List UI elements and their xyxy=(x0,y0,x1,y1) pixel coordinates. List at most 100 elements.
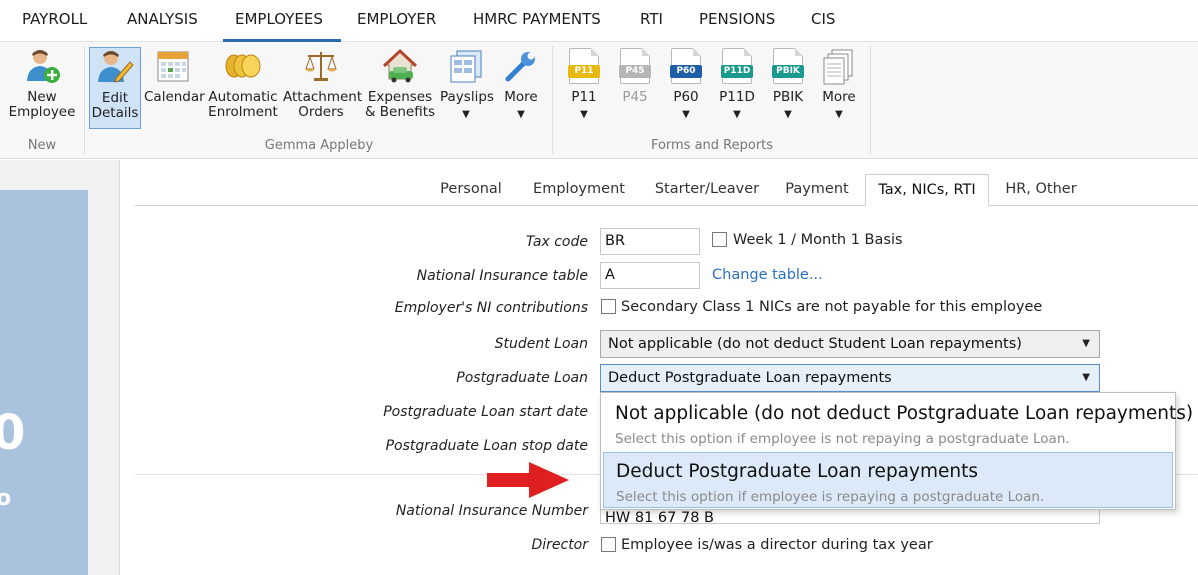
pbik-document-icon: PBIK xyxy=(772,48,804,84)
new-employee-label: New Employee xyxy=(8,89,76,120)
tab-employment[interactable]: Employment xyxy=(527,174,631,206)
postgraduate-loan-options: Not applicable (do not deduct Postgradua… xyxy=(600,392,1193,510)
red-arrow-annotation xyxy=(487,462,569,498)
more-forms-dropdown-arrow: ▼ xyxy=(835,109,843,120)
ni-table-label: National Insurance table xyxy=(416,268,588,284)
employee-card[interactable]: 0 o xyxy=(0,190,88,575)
p11d-label: P11D xyxy=(719,89,755,105)
ribbon-separator xyxy=(870,46,871,154)
p11d-button[interactable]: P11D P11D ▼ xyxy=(714,47,760,129)
menu-analysis[interactable]: ANALYSIS xyxy=(127,0,198,42)
edit-details-button[interactable]: Edit Details xyxy=(89,47,141,129)
ni-number-value: HW 81 67 78 B xyxy=(605,510,714,524)
expenses-benefits-label: Expenses & Benefits xyxy=(364,89,436,120)
calendar-label: Calendar xyxy=(144,89,205,105)
employee-card-subtext: o xyxy=(0,486,12,511)
p11-document-icon: P11 xyxy=(568,48,600,84)
calendar-icon xyxy=(157,51,189,82)
wrench-icon xyxy=(505,52,535,82)
menu-cis[interactable]: CIS xyxy=(811,0,835,42)
tab-hr-other[interactable]: HR, Other xyxy=(999,174,1083,206)
pbik-badge: PBIK xyxy=(772,65,804,78)
student-loan-select[interactable]: Not applicable (do not deduct Student Lo… xyxy=(600,330,1100,358)
menu-pensions[interactable]: PENSIONS xyxy=(699,0,775,42)
payslips-dropdown-arrow: ▼ xyxy=(462,109,470,120)
pbik-dropdown-arrow: ▼ xyxy=(784,109,792,120)
option-title: Not applicable (do not deduct Postgradua… xyxy=(615,403,1194,424)
p45-label: P45 xyxy=(622,89,648,105)
tab-payment[interactable]: Payment xyxy=(779,174,855,206)
postgraduate-start-date-label: Postgraduate Loan start date xyxy=(383,404,588,420)
more-employee-dropdown-arrow: ▼ xyxy=(517,109,525,120)
group-label-employee: Gemma Appleby xyxy=(264,138,374,153)
main-menu-bar: PAYROLL ANALYSIS EMPLOYEES EMPLOYER HMRC… xyxy=(0,0,1198,42)
ribbon-separator xyxy=(552,46,553,154)
employee-card-text: 0 xyxy=(0,405,26,461)
payslips-button[interactable]: Payslips ▼ xyxy=(440,47,494,129)
employer-ni-label: Employer's NI contributions xyxy=(394,300,588,316)
student-loan-label: Student Loan xyxy=(494,336,588,352)
change-table-link[interactable]: Change table... xyxy=(712,267,823,283)
group-label-new: New xyxy=(27,138,57,153)
p11d-document-icon: P11D xyxy=(721,48,753,84)
group-label-forms: Forms and Reports xyxy=(650,138,774,153)
edit-details-icon xyxy=(98,51,134,83)
p11d-badge: P11D xyxy=(721,65,753,78)
calendar-button[interactable]: Calendar xyxy=(144,47,205,129)
ni-table-field[interactable]: A xyxy=(600,262,700,289)
more-forms-button[interactable]: More ▼ xyxy=(816,47,862,129)
coins-icon xyxy=(225,54,261,78)
tab-tax-nics-rti[interactable]: Tax, NICs, RTI xyxy=(865,174,989,206)
chevron-down-icon: ▼ xyxy=(1082,338,1090,349)
menu-employees[interactable]: EMPLOYEES xyxy=(223,0,341,42)
p45-document-icon: P45 xyxy=(619,48,651,84)
option-deduct-repayments[interactable]: Deduct Postgraduate Loan repayments Sele… xyxy=(603,452,1173,508)
tax-code-label: Tax code xyxy=(525,234,588,250)
automatic-enrolment-button[interactable]: Automatic Enrolment xyxy=(208,47,278,129)
new-employee-button[interactable]: New Employee xyxy=(8,47,76,129)
menu-rti[interactable]: RTI xyxy=(640,0,663,42)
house-car-icon xyxy=(382,48,418,83)
tab-starter-leaver[interactable]: Starter/Leaver xyxy=(645,174,769,206)
attachment-orders-button[interactable]: Attachment Orders xyxy=(283,47,363,129)
p60-badge: P60 xyxy=(670,65,702,78)
menu-employer[interactable]: EMPLOYER xyxy=(357,0,436,42)
secondary-nics-checkbox[interactable] xyxy=(601,299,616,314)
ni-number-label: National Insurance Number xyxy=(395,503,588,519)
automatic-enrolment-label: Automatic Enrolment xyxy=(208,89,278,120)
p11-badge: P11 xyxy=(568,65,600,78)
tax-code-field[interactable]: BR xyxy=(600,228,700,255)
week1-month1-label: Week 1 / Month 1 Basis xyxy=(733,232,903,248)
ribbon-separator xyxy=(84,46,85,154)
pbik-button[interactable]: PBIK PBIK ▼ xyxy=(767,47,809,129)
option-description: Select this option if employee is not re… xyxy=(615,431,1070,447)
week1-month1-checkbox[interactable] xyxy=(712,232,727,247)
tab-personal[interactable]: Personal xyxy=(425,174,517,206)
student-loan-value: Not applicable (do not deduct Student Lo… xyxy=(608,336,1022,352)
option-not-applicable[interactable]: Not applicable (do not deduct Postgradua… xyxy=(603,395,1193,451)
chevron-down-icon: ▼ xyxy=(1082,372,1090,383)
menu-payroll[interactable]: PAYROLL xyxy=(22,0,87,42)
p11d-dropdown-arrow: ▼ xyxy=(733,109,741,120)
secondary-nics-label: Secondary Class 1 NICs are not payable f… xyxy=(621,299,1043,315)
documents-stack-icon xyxy=(823,49,853,85)
pbik-label: PBIK xyxy=(772,89,804,105)
more-employee-button[interactable]: More ▼ xyxy=(498,47,544,129)
new-employee-icon xyxy=(27,50,60,83)
edit-details-label: Edit Details xyxy=(91,90,139,121)
expenses-benefits-button[interactable]: Expenses & Benefits xyxy=(364,47,436,129)
p11-button[interactable]: P11 P11 ▼ xyxy=(563,47,605,129)
p60-button[interactable]: P60 P60 ▼ xyxy=(665,47,707,129)
p60-label: P60 xyxy=(673,89,699,105)
director-checkbox[interactable] xyxy=(601,537,616,552)
p45-button[interactable]: P45 P45 xyxy=(614,47,656,129)
scales-icon xyxy=(305,52,337,81)
p60-dropdown-arrow: ▼ xyxy=(682,109,690,120)
director-checkbox-label: Employee is/was a director during tax ye… xyxy=(621,537,933,553)
menu-hmrc-payments[interactable]: HMRC PAYMENTS xyxy=(473,0,601,42)
option-title: Deduct Postgraduate Loan repayments xyxy=(616,461,978,482)
attachment-orders-label: Attachment Orders xyxy=(283,89,363,120)
more-forms-label: More xyxy=(822,89,856,105)
postgraduate-loan-select[interactable]: Deduct Postgraduate Loan repayments ▼ xyxy=(600,364,1100,392)
employee-list-panel: 0 o xyxy=(0,160,120,575)
